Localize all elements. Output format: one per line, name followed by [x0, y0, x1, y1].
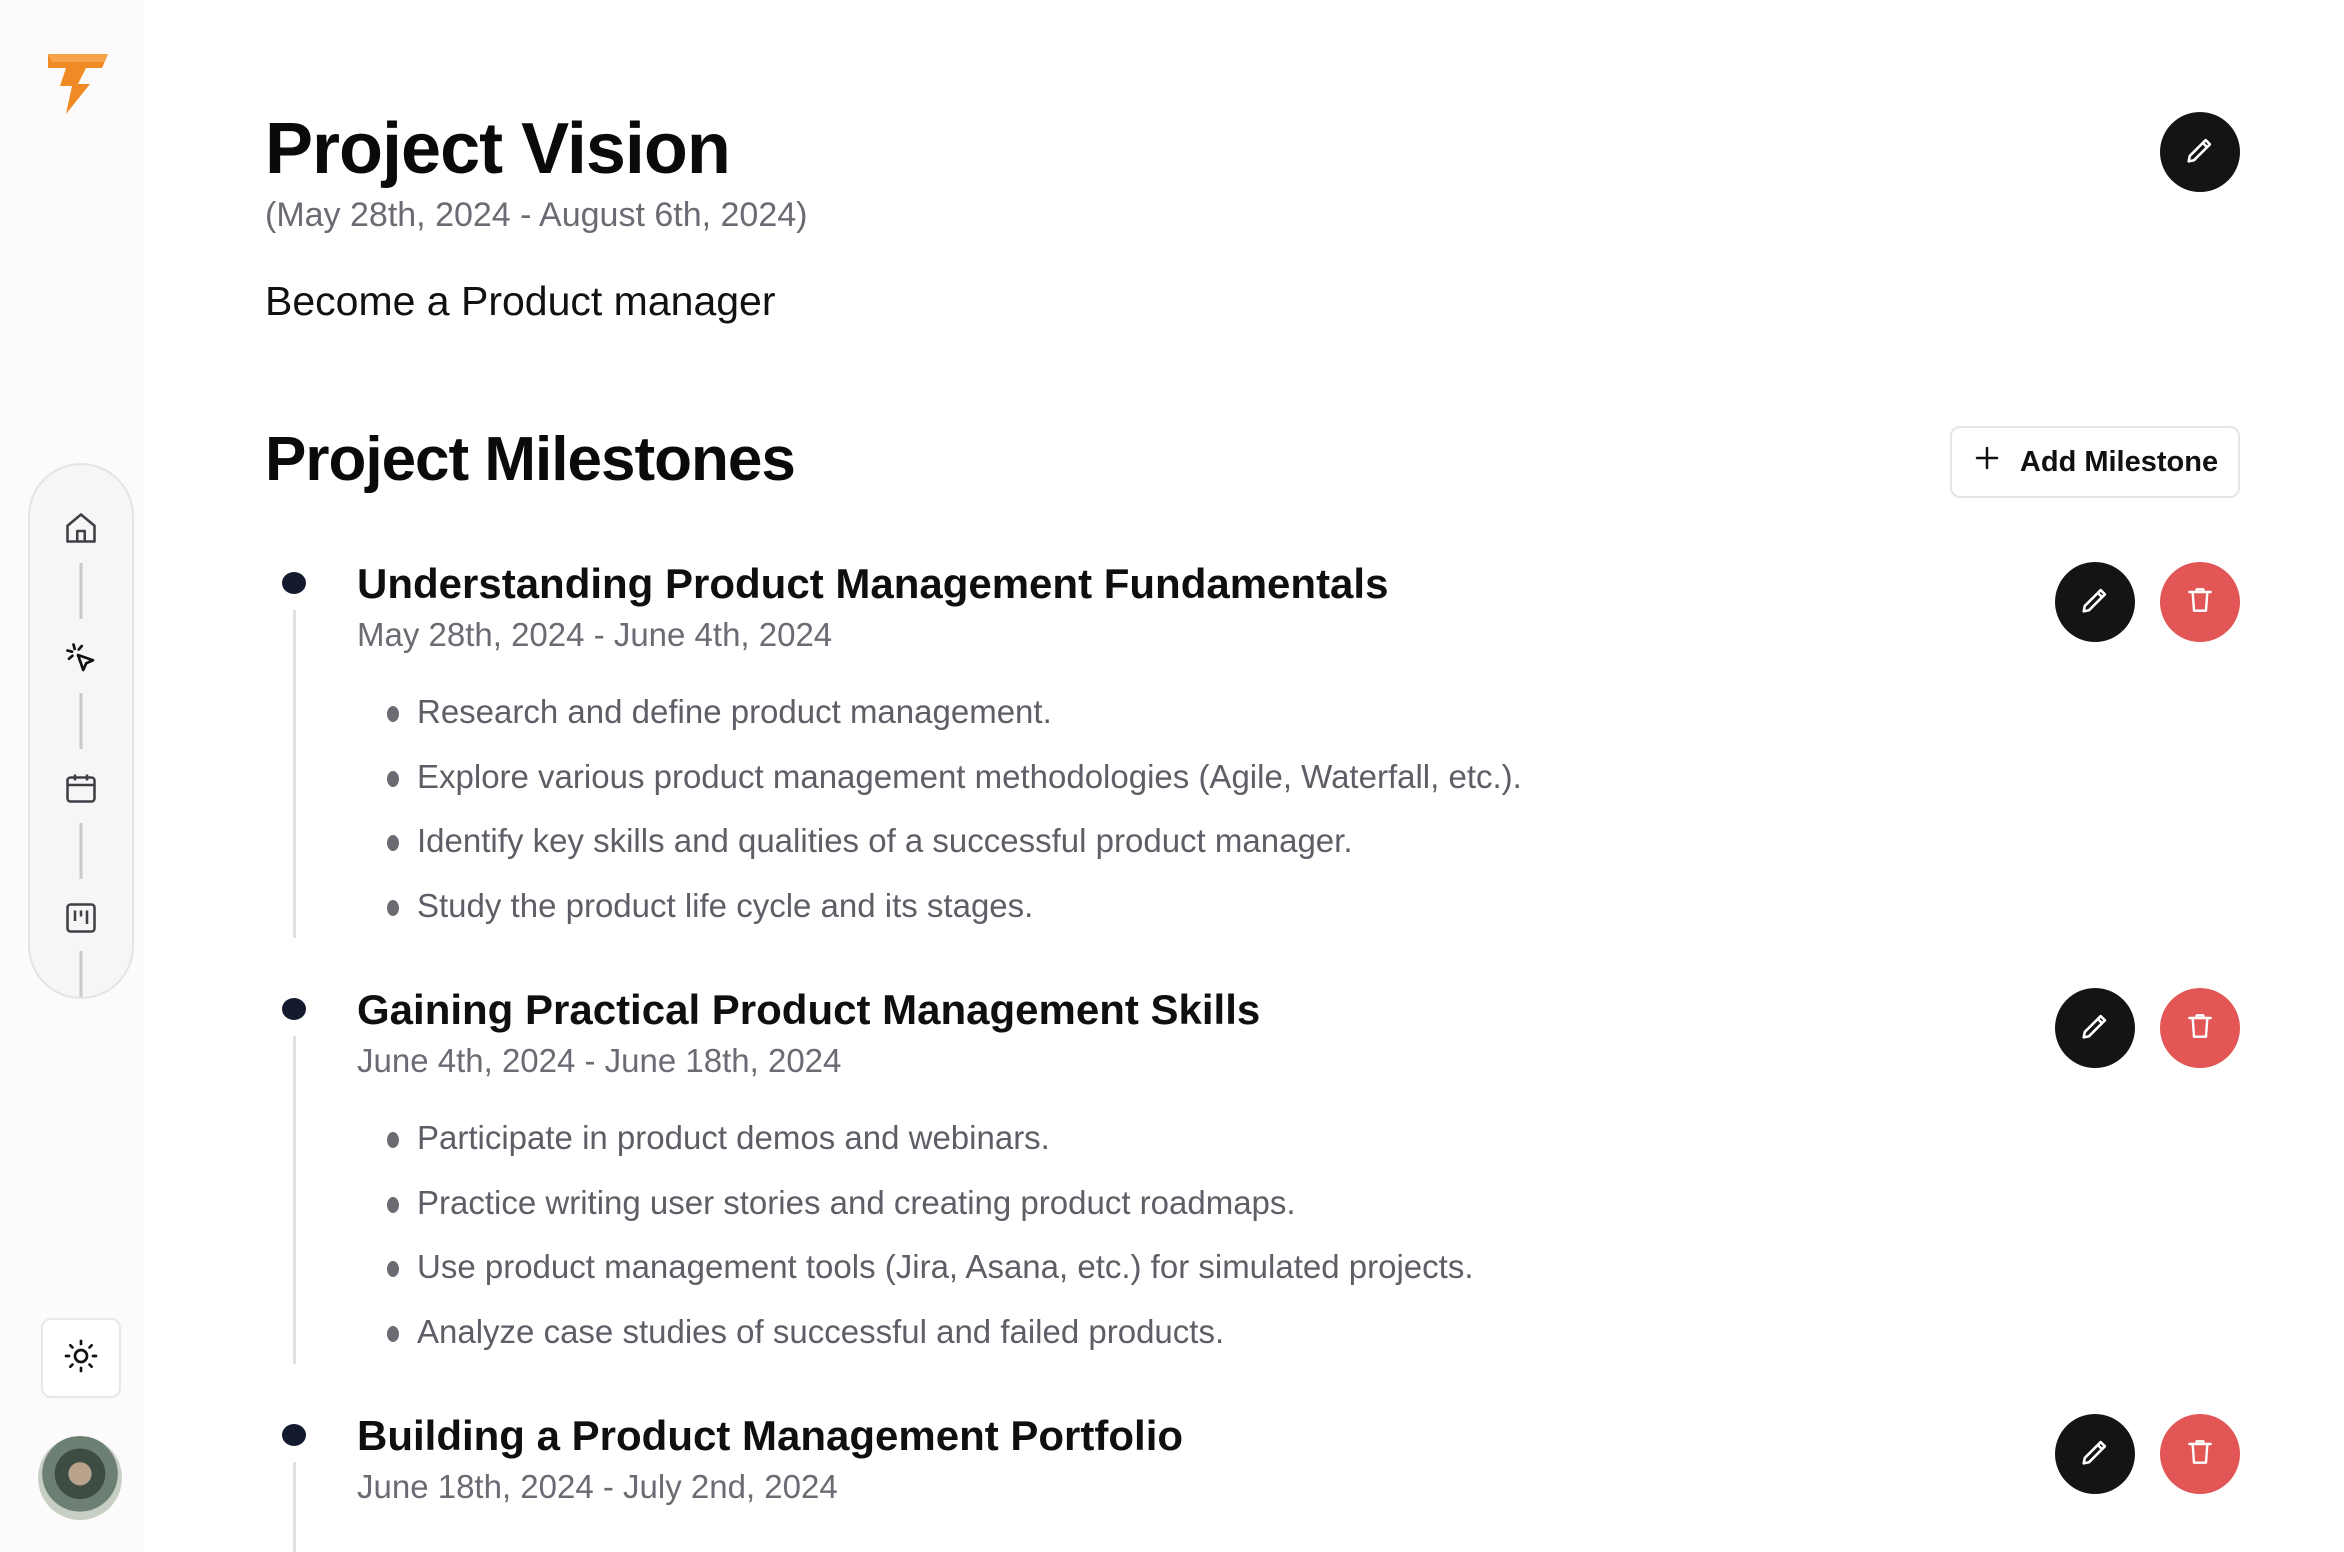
home-icon[interactable] — [62, 509, 100, 547]
edit-milestone-button[interactable] — [2055, 988, 2135, 1068]
project-goal: Become a Product manager — [265, 278, 776, 324]
pencil-icon — [2183, 133, 2217, 172]
rail-connector — [79, 823, 83, 879]
task-item: Study the product life cycle and its sta… — [387, 886, 1522, 951]
timeline-dot — [282, 998, 306, 1020]
rail-connector — [79, 951, 83, 997]
rail-connector — [79, 693, 83, 749]
add-milestone-label: Add Milestone — [2019, 445, 2219, 478]
sun-icon — [63, 1338, 99, 1379]
milestone-task-list: Research and define product management. … — [387, 692, 1522, 950]
sidebar — [0, 0, 144, 1552]
pencil-icon — [2078, 1435, 2112, 1474]
task-item: Analyze case studies of successful and f… — [387, 1312, 1473, 1377]
edit-milestone-button[interactable] — [2055, 1414, 2135, 1494]
trash-icon — [2184, 1436, 2216, 1473]
pencil-icon — [2078, 1009, 2112, 1048]
milestone-title: Gaining Practical Product Management Ski… — [357, 986, 1261, 1033]
calendar-icon[interactable] — [62, 769, 100, 807]
timeline-line — [293, 1036, 296, 1364]
milestone-item: Understanding Product Management Fundame… — [265, 560, 2240, 940]
task-item: Use product management tools (Jira, Asan… — [387, 1247, 1473, 1312]
timeline-line — [293, 1462, 296, 1552]
task-item: Practice writing user stories and creati… — [387, 1183, 1473, 1248]
milestone-date-range: June 18th, 2024 - July 2nd, 2024 — [357, 1468, 838, 1505]
edit-project-button[interactable] — [2160, 112, 2240, 192]
milestone-date-range: June 4th, 2024 - June 18th, 2024 — [357, 1042, 842, 1079]
page-title: Project Vision — [265, 109, 731, 189]
delete-milestone-button[interactable] — [2160, 562, 2240, 642]
milestone-title: Building a Product Management Portfolio — [357, 1412, 1184, 1459]
milestone-title: Understanding Product Management Fundame… — [357, 560, 1389, 607]
project-date-range: (May 28th, 2024 - August 6th, 2024) — [265, 196, 808, 234]
milestone-task-list: Participate in product demos and webinar… — [387, 1118, 1473, 1376]
timeline-dot — [282, 1424, 306, 1446]
timeline-line — [293, 610, 296, 938]
avatar[interactable] — [38, 1436, 122, 1520]
cursor-click-icon[interactable] — [62, 639, 100, 677]
add-milestone-button[interactable]: Add Milestone — [1950, 426, 2240, 498]
kanban-board-icon[interactable] — [62, 899, 100, 937]
task-item: Identify key skills and qualities of a s… — [387, 821, 1522, 886]
delete-milestone-button[interactable] — [2160, 1414, 2240, 1494]
rail-connector — [79, 563, 83, 619]
milestones-heading: Project Milestones — [265, 425, 796, 494]
theme-toggle-button[interactable] — [41, 1318, 121, 1398]
trash-icon — [2184, 1010, 2216, 1047]
lightning-bolt-logo[interactable] — [44, 48, 114, 118]
milestone-item: Building a Product Management Portfolio … — [265, 1412, 2240, 1552]
plus-icon — [1972, 443, 2002, 481]
timeline-dot — [282, 572, 306, 594]
main-content: Project Vision (May 28th, 2024 - August … — [265, 0, 2265, 1552]
milestone-item: Gaining Practical Product Management Ski… — [265, 986, 2240, 1366]
trash-icon — [2184, 584, 2216, 621]
nav-rail — [28, 463, 134, 999]
milestone-date-range: May 28th, 2024 - June 4th, 2024 — [357, 616, 833, 653]
task-item: Research and define product management. — [387, 692, 1522, 757]
edit-milestone-button[interactable] — [2055, 562, 2135, 642]
task-item: Participate in product demos and webinar… — [387, 1118, 1473, 1183]
pencil-icon — [2078, 583, 2112, 622]
delete-milestone-button[interactable] — [2160, 988, 2240, 1068]
task-item: Explore various product management metho… — [387, 757, 1522, 822]
